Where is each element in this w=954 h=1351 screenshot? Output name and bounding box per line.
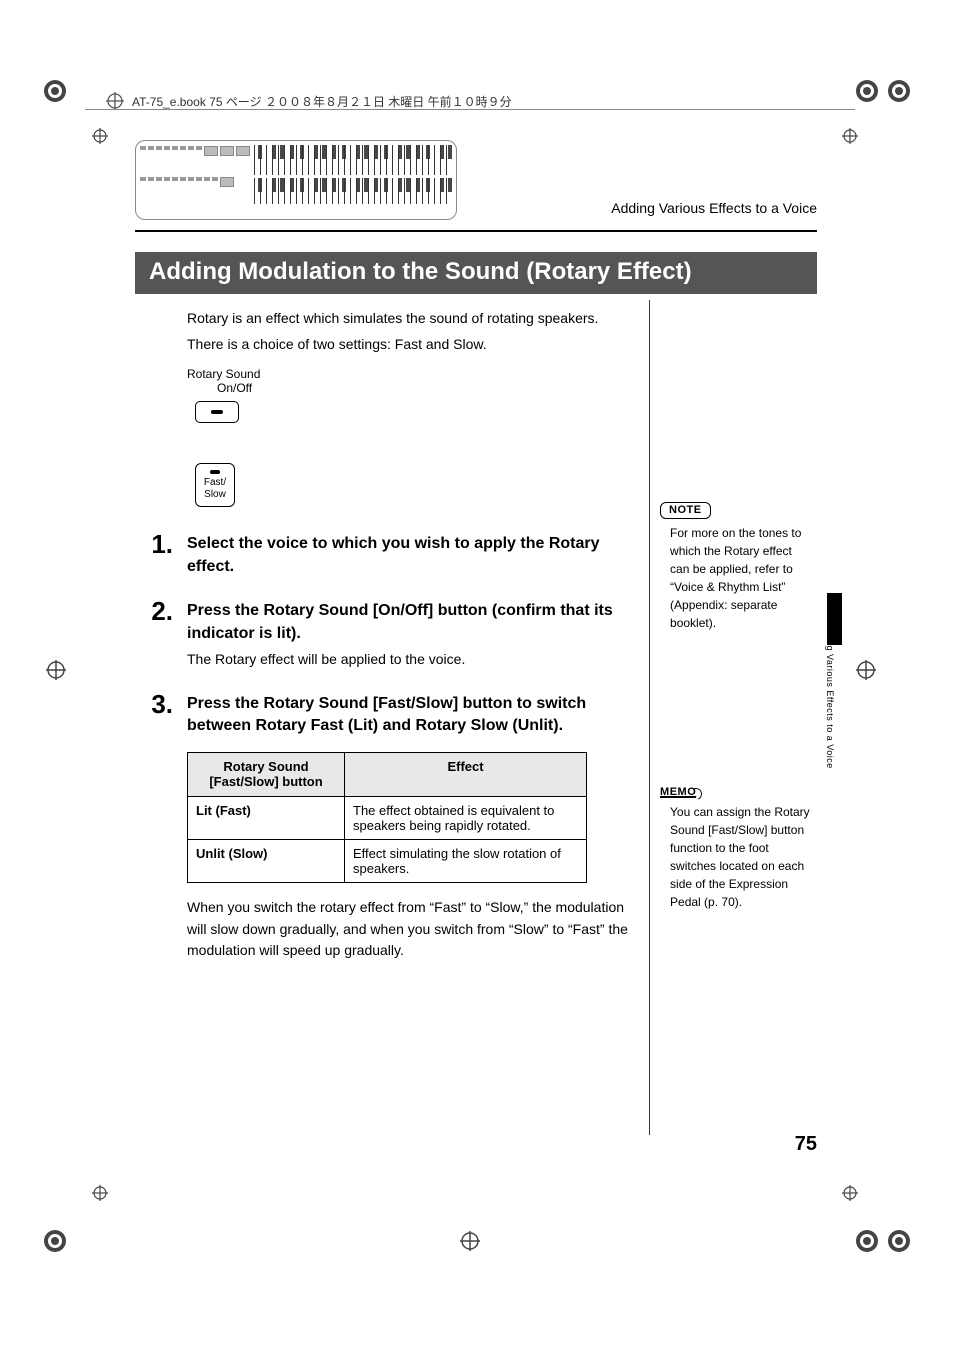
step-title: Select the voice to which you wish to ap… [187, 533, 629, 578]
rotary-fastslow-button: Fast/ Slow [195, 463, 235, 507]
intro-line2: There is a choice of two settings: Fast … [187, 334, 629, 356]
table-header-col1: Rotary Sound [Fast/Slow] button [188, 752, 345, 796]
section-rule [135, 230, 817, 232]
rotary-sound-label: Rotary Sound [187, 367, 629, 381]
note-text: For more on the tones to which the Rotar… [660, 524, 818, 632]
memo-badge: MEMO [660, 786, 696, 798]
table-cell-effect: Effect simulating the slow rotation of s… [345, 839, 587, 882]
reg-mark-br-outer2 [886, 1228, 912, 1254]
main-column: Rotary is an effect which simulates the … [135, 300, 629, 1061]
effects-table: Rotary Sound [Fast/Slow] button Effect L… [187, 752, 587, 883]
memo-block: MEMO You can assign the Rotary Sound [Fa… [650, 782, 818, 911]
reg-mark-br-inner [842, 1185, 858, 1201]
reg-mark-tr-outer [854, 78, 880, 104]
section-heading: Adding Modulation to the Sound (Rotary E… [135, 252, 817, 294]
memo-text: You can assign the Rotary Sound [Fast/Sl… [660, 803, 818, 911]
step-2: 2. Press the Rotary Sound [On/Off] butto… [135, 596, 629, 667]
rotary-sound-label-block: Rotary Sound On/Off [187, 367, 629, 395]
step-number: 1. [135, 529, 173, 578]
step-text: The Rotary effect will be applied to the… [187, 651, 629, 667]
page-number: 75 [795, 1133, 817, 1156]
reg-mark-bottom-mid [460, 1231, 480, 1251]
reg-mark-left-mid [46, 660, 66, 680]
rotary-onoff-label: On/Off [217, 381, 629, 395]
reg-mark-bl-outer [42, 1228, 68, 1254]
side-column: NOTE For more on the tones to which the … [649, 300, 818, 1061]
step-3: 3. Press the Rotary Sound [Fast/Slow] bu… [135, 689, 629, 738]
intro-line1: Rotary is an effect which simulates the … [187, 308, 629, 330]
step-1: 1. Select the voice to which you wish to… [135, 529, 629, 578]
reg-mark-tr-inner [842, 128, 858, 144]
reg-mark-bl-inner [92, 1185, 108, 1201]
reg-mark-right-mid [856, 660, 876, 680]
note-badge: NOTE [660, 502, 711, 519]
table-row: Unlit (Slow) Effect simulating the slow … [188, 839, 587, 882]
step-number: 3. [135, 689, 173, 738]
after-table-text: When you switch the rotary effect from “… [187, 897, 629, 962]
file-info-text: AT-75_e.book 75 ページ ２００８年８月２１日 木曜日 午前１０時… [132, 93, 512, 110]
button-led-icon [210, 470, 220, 474]
step-number: 2. [135, 596, 173, 667]
table-header-col2: Effect [345, 752, 587, 796]
table-cell-key: Unlit (Slow) [188, 839, 345, 882]
file-info-header: AT-75_e.book 75 ページ ２００８年８月２１日 木曜日 午前１０時… [106, 92, 512, 110]
button-led-icon [211, 410, 223, 414]
vertical-running-header: Adding Various Effects to a Voice [825, 620, 835, 769]
running-header: Adding Various Effects to a Voice [611, 200, 817, 216]
reg-mark-br-outer [854, 1228, 880, 1254]
reg-mark-tl-outer [42, 78, 68, 104]
step-title: Press the Rotary Sound [Fast/Slow] butto… [187, 693, 629, 738]
header-rule [85, 109, 855, 110]
note-block: NOTE For more on the tones to which the … [650, 500, 818, 632]
reg-mark-tl-inner [92, 128, 108, 144]
table-row: Lit (Fast) The effect obtained is equiva… [188, 796, 587, 839]
reg-mark-tr-outer2 [886, 78, 912, 104]
fastslow-label-2: Slow [204, 490, 226, 501]
table-cell-effect: The effect obtained is equivalent to spe… [345, 796, 587, 839]
table-cell-key: Lit (Fast) [188, 796, 345, 839]
crosshair-icon [106, 92, 124, 110]
table-header-row: Rotary Sound [Fast/Slow] button Effect [188, 752, 587, 796]
fastslow-label-1: Fast/ [204, 478, 226, 489]
keyboard-diagram [135, 140, 457, 220]
rotary-onoff-button [195, 401, 239, 423]
step-title: Press the Rotary Sound [On/Off] button (… [187, 600, 629, 645]
